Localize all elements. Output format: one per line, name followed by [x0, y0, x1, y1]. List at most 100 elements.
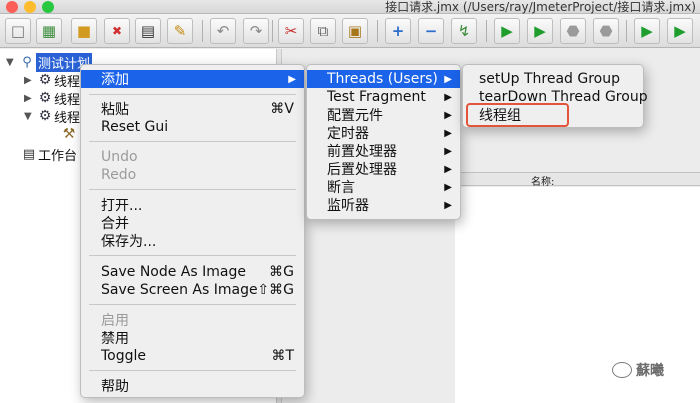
tools-icon: ⚒: [62, 126, 76, 142]
menu-item-setup-thread-group[interactable]: setUp Thread Group: [463, 70, 643, 88]
remote-start-icon[interactable]: ▶: [634, 18, 660, 44]
submenu-arrow-icon: ▶: [444, 127, 452, 139]
undo-icon[interactable]: ↶: [210, 18, 236, 44]
menu-item-open[interactable]: 打开...: [81, 196, 304, 214]
menu-item-label: 保存为...: [101, 234, 157, 250]
toggle-icon[interactable]: ↯: [451, 18, 477, 44]
submenu-arrow-icon: ▶: [288, 73, 296, 85]
menu-item-label: 帮助: [101, 379, 129, 395]
jmeter-window: 接口请求.jmx (/Users/ray/JmeterProject/接口请求.…: [0, 0, 700, 403]
save-as-icon[interactable]: ✎: [167, 18, 193, 44]
name-column-header: 名称:: [531, 177, 555, 188]
remote-start-all-icon[interactable]: ▶: [667, 18, 693, 44]
tree-node-thread-group[interactable]: ▶ ⚙ 线程: [24, 89, 81, 108]
menu-item-assertion[interactable]: 断言 ▶: [307, 178, 460, 196]
gear-icon: ⚙: [38, 72, 52, 88]
highlight-outline: [466, 103, 569, 127]
templates-icon[interactable]: ▦: [36, 18, 62, 44]
menu-item-toggle[interactable]: Toggle ⌘T: [81, 347, 304, 365]
open-icon[interactable]: ■: [71, 18, 97, 44]
menu-item-label: 禁用: [101, 331, 129, 347]
wechat-icon: [612, 362, 632, 378]
submenu-arrow-icon: ▶: [444, 91, 452, 103]
menu-item-undo: Undo: [81, 148, 304, 166]
copy-icon[interactable]: ⧉: [310, 18, 336, 44]
watermark: 蘇曦: [612, 360, 664, 380]
title-bar: 接口请求.jmx (/Users/ray/JmeterProject/接口请求.…: [0, 0, 700, 14]
menu-item-redo: Redo: [81, 166, 304, 184]
menu-item-label: 后置处理器: [327, 162, 397, 178]
menu-item-label: Test Fragment: [327, 89, 426, 105]
menu-item-label: 前置处理器: [327, 144, 397, 160]
menu-item-pre-processor[interactable]: 前置处理器 ▶: [307, 142, 460, 160]
menu-item-disable[interactable]: 禁用: [81, 329, 304, 347]
menu-item-test-fragment[interactable]: Test Fragment ▶: [307, 88, 460, 106]
submenu-arrow-icon: ▶: [444, 145, 452, 157]
tree-node-label: 线程: [54, 74, 81, 90]
menu-item-label: Undo: [101, 149, 138, 165]
menu-item-threads-users[interactable]: Threads (Users) ▶: [307, 70, 460, 88]
tree-node-sampler[interactable]: ⚒: [60, 125, 78, 143]
menu-item-timer[interactable]: 定时器 ▶: [307, 124, 460, 142]
tree-node-thread-group[interactable]: ▼ ⚙ 线程: [24, 107, 81, 126]
window-title: 接口请求.jmx (/Users/ray/JmeterProject/接口请求.…: [385, 0, 696, 14]
submenu-arrow-icon: ▶: [444, 73, 452, 85]
collapse-icon[interactable]: −: [418, 18, 444, 44]
menu-item-help[interactable]: 帮助: [81, 377, 304, 395]
menu-item-label: 监听器: [327, 198, 369, 214]
menu-item-shortcut: ⌘T: [271, 348, 294, 364]
menu-item-save-node-image[interactable]: Save Node As Image ⌘G: [81, 263, 304, 281]
redo-icon[interactable]: ↷: [243, 18, 269, 44]
expand-icon[interactable]: +: [385, 18, 411, 44]
submenu-arrow-icon: ▶: [444, 109, 452, 121]
menu-item-merge[interactable]: 合并: [81, 214, 304, 232]
menu-item-label: 添加: [101, 72, 129, 88]
menu-item-label: 配置元件: [327, 108, 383, 124]
menu-item-label: Toggle: [101, 348, 147, 364]
new-icon[interactable]: □: [5, 18, 31, 44]
menu-item-save-screen-image[interactable]: Save Screen As Image ⇧⌘G: [81, 281, 304, 299]
tree-node-label: 线程: [54, 92, 81, 108]
context-menu: 添加 ▶ 粘贴 ⌘V Reset Gui Undo Redo 打开... 合并 …: [80, 64, 305, 398]
menu-item-label: setUp Thread Group: [479, 71, 621, 87]
gear-icon: ⚙: [38, 108, 52, 124]
menu-item-label: 粘贴: [101, 102, 129, 118]
tree-node-workbench[interactable]: ▤ 工作台: [20, 145, 78, 164]
table-header: 名称:: [455, 172, 700, 188]
start-icon[interactable]: ▶: [494, 18, 520, 44]
start-no-pause-icon[interactable]: ▶: [527, 18, 553, 44]
menu-item-label: Reset Gui: [101, 119, 169, 135]
submenu-arrow-icon: ▶: [444, 163, 452, 175]
menu-item-label: Save Screen As Image: [101, 282, 258, 298]
paste-icon[interactable]: ▣: [342, 18, 368, 44]
tree-node-label: 线程: [54, 110, 81, 126]
menu-item-config-element[interactable]: 配置元件 ▶: [307, 106, 460, 124]
menu-item-paste[interactable]: 粘贴 ⌘V: [81, 100, 304, 118]
expand-arrow-icon[interactable]: ▶: [24, 75, 36, 86]
menu-item-shortcut: ⌘G: [269, 264, 294, 280]
menu-item-label: Redo: [101, 167, 137, 183]
submenu-arrow-icon: ▶: [444, 181, 452, 193]
menu-item-post-processor[interactable]: 后置处理器 ▶: [307, 160, 460, 178]
close-file-icon[interactable]: ✖: [104, 18, 130, 44]
cut-icon[interactable]: ✂: [278, 18, 304, 44]
stop-icon[interactable]: ⬣: [560, 18, 586, 44]
menu-item-label: 启用: [101, 313, 129, 329]
save-icon[interactable]: ▤: [135, 18, 161, 44]
minimize-window-button[interactable]: [24, 1, 36, 13]
test-plan-icon: ⚲: [22, 54, 32, 70]
shutdown-icon[interactable]: ⬣: [593, 18, 619, 44]
tree-node-thread-group[interactable]: ▶ ⚙ 线程: [24, 71, 81, 90]
menu-item-save-as[interactable]: 保存为...: [81, 232, 304, 250]
expand-arrow-icon[interactable]: ▶: [24, 93, 36, 104]
close-window-button[interactable]: [6, 1, 18, 13]
zoom-window-button[interactable]: [42, 1, 54, 13]
collapse-arrow-icon[interactable]: ▼: [24, 111, 36, 122]
menu-item-label: 合并: [101, 216, 129, 232]
menu-item-reset-gui[interactable]: Reset Gui: [81, 118, 304, 136]
menu-item-listener[interactable]: 监听器 ▶: [307, 196, 460, 214]
collapse-arrow-icon[interactable]: ▼: [6, 57, 18, 68]
menu-item-add[interactable]: 添加 ▶: [81, 70, 304, 88]
tree-node-label: 工作台: [38, 148, 78, 164]
add-submenu: Threads (Users) ▶ Test Fragment ▶ 配置元件 ▶…: [306, 64, 461, 220]
